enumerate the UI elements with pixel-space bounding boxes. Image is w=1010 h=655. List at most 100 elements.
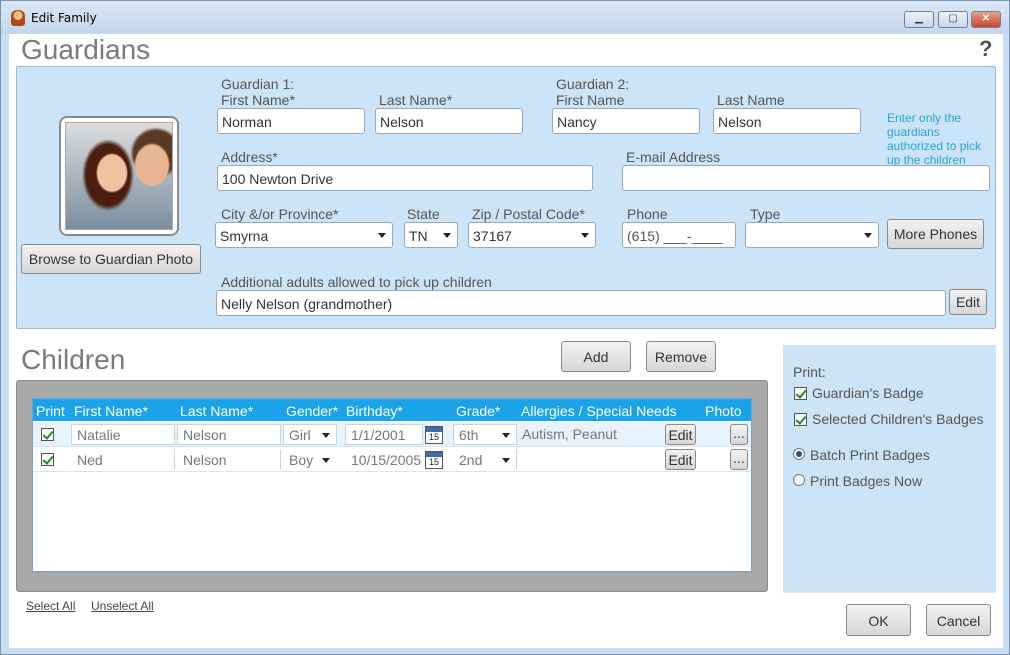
guardians-panel: Browse to Guardian Photo Guardian 1: Fir… [16, 66, 996, 329]
state-select[interactable]: TN [404, 222, 458, 248]
chevron-down-icon [322, 433, 330, 438]
guardian-photo [59, 116, 179, 236]
gender-select[interactable]: Girl [283, 424, 337, 445]
minimize-button[interactable]: ▁ [904, 11, 934, 28]
first-name-cell[interactable]: Ned [71, 449, 175, 470]
chevron-down-icon [502, 458, 510, 463]
chevron-down-icon [864, 233, 872, 238]
address-label: Address* [221, 149, 278, 165]
more-phones-button[interactable]: More Phones [887, 219, 984, 249]
print-options-panel: Print: Guardian's Badge Selected Childre… [783, 345, 996, 593]
guardian1-first-name-input[interactable]: Norman [217, 108, 365, 134]
guardian2-heading: Guardian 2: [556, 76, 630, 92]
header-allergies: Allergies / Special Needs [521, 403, 677, 419]
chevron-down-icon [502, 433, 510, 438]
header-print: Print [36, 403, 65, 419]
phone-type-label: Type [750, 206, 781, 222]
allergies-edit-button[interactable]: Edit [665, 424, 696, 445]
phone-type-select[interactable] [745, 222, 879, 248]
guardian1-last-label: Last Name* [379, 92, 453, 108]
guardian1-last-name-input[interactable]: Nelson [375, 108, 523, 134]
header-first-name: First Name* [74, 403, 148, 419]
gender-value: Boy [289, 452, 314, 468]
children-grid: Print First Name* Last Name* Gender* Bir… [32, 398, 752, 572]
zip-value: 37167 [473, 228, 512, 244]
last-name-cell[interactable]: Nelson [177, 424, 281, 445]
header-grade: Grade* [456, 403, 501, 419]
birthday-cell[interactable]: 1/1/2001 [345, 424, 423, 445]
app-icon [11, 10, 25, 26]
chevron-down-icon [581, 233, 589, 238]
batch-print-label[interactable]: Batch Print Badges [810, 447, 930, 463]
phone-label: Phone [627, 206, 668, 222]
header-last-name: Last Name* [180, 403, 254, 419]
add-child-button[interactable]: Add [561, 341, 631, 372]
photo-browse-button[interactable]: ... [730, 449, 748, 470]
calendar-icon[interactable]: 15 [425, 426, 443, 444]
ok-button[interactable]: OK [846, 604, 911, 636]
city-value: Smyrna [220, 228, 269, 244]
grade-value: 6th [459, 427, 479, 443]
additional-adults-edit-button[interactable]: Edit [949, 289, 987, 315]
first-name-cell[interactable]: Natalie [71, 424, 175, 445]
table-row[interactable]: Ned Nelson Boy 10/15/2005 15 2nd Edit ..… [33, 447, 751, 472]
children-title: Children [21, 344, 126, 375]
select-all-link[interactable]: Select All [26, 599, 75, 613]
state-label: State [407, 206, 440, 222]
additional-adults-input[interactable]: Nelly Nelson (grandmother) [216, 290, 946, 316]
print-label: Print: [793, 364, 826, 380]
remove-child-button[interactable]: Remove [646, 341, 716, 372]
guardian2-first-name-input[interactable]: Nancy [552, 108, 700, 134]
allergies-edit-button[interactable]: Edit [665, 449, 696, 470]
grade-value: 2nd [459, 452, 483, 468]
header-photo: Photo [705, 403, 742, 419]
chevron-down-icon [322, 458, 330, 463]
guardian1-first-label: First Name* [221, 92, 295, 108]
dialog-content: Guardians ? Browse to Guardian Photo Gua… [9, 34, 1003, 648]
guardian2-last-label: Last Name [717, 92, 785, 108]
gender-select[interactable]: Boy [283, 449, 337, 470]
children-grid-frame: Print First Name* Last Name* Gender* Bir… [16, 380, 768, 592]
print-checkbox[interactable] [41, 428, 54, 441]
cancel-button[interactable]: Cancel [926, 604, 991, 636]
address-input[interactable]: 100 Newton Drive [217, 165, 593, 191]
unselect-all-link[interactable]: Unselect All [91, 599, 154, 613]
calendar-icon[interactable]: 15 [425, 451, 443, 469]
email-label: E-mail Address [626, 149, 721, 165]
help-icon[interactable]: ? [979, 36, 992, 62]
photo-browse-button[interactable]: ... [730, 424, 748, 445]
browse-guardian-photo-button[interactable]: Browse to Guardian Photo [21, 244, 201, 274]
table-row[interactable]: Natalie Nelson Girl 1/1/2001 15 6th Auti… [33, 422, 751, 447]
state-value: TN [409, 228, 428, 244]
phone-input[interactable]: (615) ___-____ [622, 222, 736, 248]
grade-select[interactable]: 6th [453, 424, 517, 445]
guardians-hint-text: Enter only the guardians authorized to p… [887, 111, 982, 167]
chevron-down-icon [443, 233, 451, 238]
guardian-badge-label[interactable]: Guardian's Badge [812, 385, 924, 401]
guardian1-heading: Guardian 1: [221, 76, 295, 92]
guardian2-last-name-input[interactable]: Nelson [713, 108, 861, 134]
print-now-label[interactable]: Print Badges Now [810, 473, 922, 489]
print-checkbox[interactable] [41, 453, 54, 466]
guardian-badge-checkbox[interactable] [794, 387, 807, 400]
batch-print-radio[interactable] [793, 448, 805, 460]
title-bar: Edit Family ▁ ▢ ✕ [1, 1, 1009, 34]
gender-value: Girl [289, 427, 311, 443]
header-birthday: Birthday* [346, 403, 403, 419]
zip-label: Zip / Postal Code* [472, 206, 585, 222]
edit-family-window: Edit Family ▁ ▢ ✕ Guardians ? Browse to … [0, 0, 1010, 655]
zip-select[interactable]: 37167 [468, 222, 596, 248]
chevron-down-icon [378, 233, 386, 238]
grade-select[interactable]: 2nd [453, 449, 517, 470]
city-select[interactable]: Smyrna [215, 222, 393, 248]
email-input[interactable] [622, 165, 990, 191]
guardians-title: Guardians [21, 34, 151, 65]
birthday-cell[interactable]: 10/15/2005 [345, 449, 423, 470]
print-now-radio[interactable] [793, 474, 805, 486]
last-name-cell[interactable]: Nelson [177, 449, 281, 470]
children-badges-checkbox[interactable] [794, 413, 807, 426]
children-grid-header: Print First Name* Last Name* Gender* Bir… [33, 399, 751, 421]
close-button[interactable]: ✕ [971, 11, 1001, 28]
children-badges-label[interactable]: Selected Children's Badges [812, 411, 984, 427]
maximize-button[interactable]: ▢ [938, 11, 968, 28]
